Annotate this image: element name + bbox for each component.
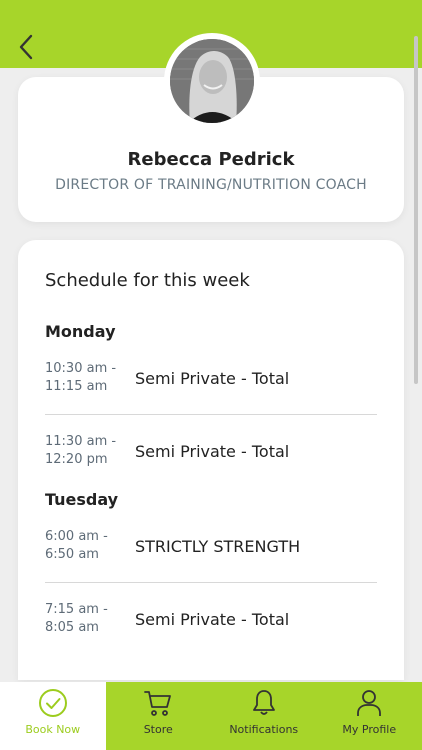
session-time: 7:15 am - 8:05 am [45,601,135,637]
session-class: STRICTLY STRENGTH [135,536,301,556]
back-button[interactable] [12,32,40,62]
divider [45,582,377,583]
cart-icon [143,688,173,718]
session-end: 11:15 am [45,379,108,394]
session-row[interactable]: 6:00 am - 6:50 am STRICTLY STRENGTH [45,512,377,580]
schedule-card: Schedule for this week Monday 10:30 am -… [18,240,404,680]
session-start: 10:30 am - [45,361,117,376]
scrollbar[interactable] [414,36,418,384]
session-end: 6:50 am [45,547,99,562]
session-start: 11:30 am - [45,434,117,449]
profile-name: Rebecca Pedrick [127,149,295,170]
avatar-photo [170,39,254,123]
profile-title: DIRECTOR OF TRAINING/NUTRITION COACH [55,177,367,193]
check-circle-icon [38,688,68,718]
tab-label: Store [143,723,173,736]
session-time: 6:00 am - 6:50 am [45,528,135,564]
chevron-left-icon [19,34,33,60]
avatar-frame [164,33,260,129]
divider [45,414,377,415]
tab-store[interactable]: Store [106,682,212,750]
tab-notifications[interactable]: Notifications [211,682,317,750]
session-class: Semi Private - Total [135,368,290,388]
session-start: 6:00 am - [45,529,108,544]
avatar [170,39,254,123]
day-heading: Monday [45,322,116,341]
tab-bar: Book Now Store Notifications My Profile [0,682,422,750]
day-heading: Tuesday [45,490,119,509]
tab-label: Notifications [229,723,299,736]
session-row[interactable]: 10:30 am - 11:15 am Semi Private - Total [45,344,377,412]
session-time: 11:30 am - 12:20 pm [45,433,135,469]
session-end: 8:05 am [45,620,99,635]
bell-icon [249,688,279,718]
session-end: 12:20 pm [45,452,108,467]
session-row[interactable]: 7:15 am - 8:05 am Semi Private - Total [45,585,377,653]
schedule-heading: Schedule for this week [45,270,250,291]
session-row[interactable]: 11:30 am - 12:20 pm Semi Private - Total [45,417,377,485]
tab-book-now[interactable]: Book Now [0,682,106,750]
session-class: Semi Private - Total [135,609,290,629]
tab-my-profile[interactable]: My Profile [317,682,422,750]
session-time: 10:30 am - 11:15 am [45,360,135,396]
user-icon [354,688,384,718]
tab-label: My Profile [342,723,397,736]
tab-label: Book Now [25,723,81,736]
session-start: 7:15 am - [45,602,108,617]
session-class: Semi Private - Total [135,441,290,461]
